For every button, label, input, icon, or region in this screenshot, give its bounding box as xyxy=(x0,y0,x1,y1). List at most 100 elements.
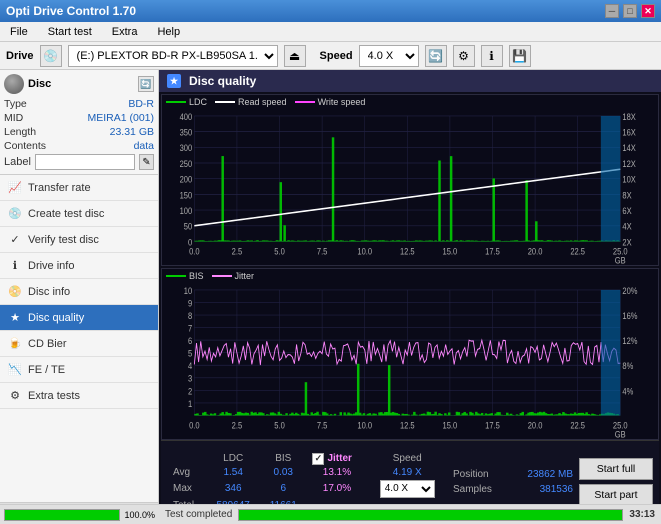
speed-label: Speed xyxy=(320,50,353,62)
stats-avg-label: Avg xyxy=(167,466,206,479)
maximize-button[interactable]: □ xyxy=(623,4,637,18)
menu-file[interactable]: File xyxy=(4,24,34,40)
svg-text:20%: 20% xyxy=(622,285,638,296)
sidebar-label-drive-info: Drive info xyxy=(28,260,74,272)
transfer-rate-icon: 📈 xyxy=(8,181,22,195)
svg-text:14X: 14X xyxy=(622,143,636,154)
status-text: Test completed xyxy=(165,509,232,520)
menu-bar: File Start test Extra Help xyxy=(0,22,661,42)
sidebar-item-fe-te[interactable]: 📉 FE / TE xyxy=(0,357,158,383)
refresh-button[interactable]: 🔄 xyxy=(425,45,447,67)
svg-text:0.0: 0.0 xyxy=(189,420,200,431)
disc-mid-value: MEIRA1 (001) xyxy=(87,112,154,124)
svg-text:400: 400 xyxy=(180,111,193,122)
svg-text:10.0: 10.0 xyxy=(357,246,372,257)
svg-text:GB: GB xyxy=(615,255,626,265)
svg-text:100: 100 xyxy=(180,205,193,216)
svg-text:4X: 4X xyxy=(622,221,632,232)
svg-text:7: 7 xyxy=(188,323,192,334)
window-controls: ─ □ ✕ xyxy=(605,4,655,18)
action-buttons: Start full Start part xyxy=(579,458,653,506)
settings-button[interactable]: ⚙ xyxy=(453,45,475,67)
sidebar-progress-outer xyxy=(4,509,120,521)
position-value: 23862 MB xyxy=(527,469,573,480)
eject-button[interactable]: ⏏ xyxy=(284,45,306,67)
stats-speed-dropdown-cell: 4.0 X Max xyxy=(367,479,447,499)
sidebar-item-drive-info[interactable]: ℹ Drive info xyxy=(0,253,158,279)
svg-text:200: 200 xyxy=(180,174,193,185)
svg-text:7.5: 7.5 xyxy=(317,246,328,257)
svg-text:2.5: 2.5 xyxy=(232,246,243,257)
disc-refresh[interactable]: 🔄 xyxy=(138,76,154,92)
content-title: Disc quality xyxy=(189,74,256,88)
write-speed-legend-color xyxy=(295,101,315,103)
stats-max-ldc: 346 xyxy=(206,479,260,499)
minimize-button[interactable]: ─ xyxy=(605,4,619,18)
svg-text:5.0: 5.0 xyxy=(274,420,285,431)
svg-text:10: 10 xyxy=(184,285,193,296)
speed-select[interactable]: 4.0 X Max 8.0 X xyxy=(359,45,419,67)
jitter-legend-label: Jitter xyxy=(235,271,255,281)
stats-avg-jitter: 13.1% xyxy=(306,466,367,479)
ldc-legend-label: LDC xyxy=(189,97,207,107)
stats-header-jitter-check[interactable]: ✓ Jitter xyxy=(306,452,367,466)
svg-text:350: 350 xyxy=(180,127,193,138)
sidebar-label-disc-quality: Disc quality xyxy=(28,312,84,324)
stats-max-jitter: 17.0% xyxy=(306,479,367,499)
sidebar-label-transfer-rate: Transfer rate xyxy=(28,182,91,194)
sidebar-item-disc-quality[interactable]: ★ Disc quality xyxy=(0,305,158,331)
progress-bar-outer xyxy=(238,509,623,521)
nav-items: 📈 Transfer rate 💿 Create test disc ✓ Ver… xyxy=(0,175,158,502)
disc-icon xyxy=(4,74,24,94)
menu-extra[interactable]: Extra xyxy=(106,24,144,40)
svg-text:2.5: 2.5 xyxy=(232,420,243,431)
sidebar-item-create-test-disc[interactable]: 💿 Create test disc xyxy=(0,201,158,227)
save-button[interactable]: 💾 xyxy=(509,45,531,67)
svg-text:6X: 6X xyxy=(622,205,632,216)
disc-label-input[interactable] xyxy=(35,154,135,170)
sidebar-label-extra-tests: Extra tests xyxy=(28,390,80,402)
drive-info-icon: ℹ xyxy=(8,259,22,273)
svg-text:12.5: 12.5 xyxy=(400,246,415,257)
info-button[interactable]: ℹ xyxy=(481,45,503,67)
menu-start-test[interactable]: Start test xyxy=(42,24,98,40)
sidebar-item-disc-info[interactable]: 📀 Disc info xyxy=(0,279,158,305)
content-header: ★ Disc quality xyxy=(159,70,661,92)
title-bar: Opti Drive Control 1.70 ─ □ ✕ xyxy=(0,0,661,22)
sidebar-item-cd-bier[interactable]: 🍺 CD Bier xyxy=(0,331,158,357)
svg-text:150: 150 xyxy=(180,190,193,201)
svg-text:8: 8 xyxy=(188,310,192,321)
ldc-chart: LDC Read speed Write speed 4003503002502… xyxy=(161,94,659,266)
svg-text:2: 2 xyxy=(188,386,192,397)
sidebar-item-transfer-rate[interactable]: 📈 Transfer rate xyxy=(0,175,158,201)
progress-bar-inner xyxy=(239,510,622,520)
svg-text:15.0: 15.0 xyxy=(443,246,458,257)
menu-help[interactable]: Help xyxy=(151,24,186,40)
sidebar-item-extra-tests[interactable]: ⚙ Extra tests xyxy=(0,383,158,409)
jitter-checkbox[interactable]: ✓ xyxy=(312,453,324,465)
stats-speed-dropdown[interactable]: 4.0 X Max xyxy=(380,480,435,498)
app-title: Opti Drive Control 1.70 xyxy=(6,4,136,18)
drive-select[interactable]: (E:) PLEXTOR BD-R PX-LB950SA 1.06 xyxy=(68,45,278,67)
disc-label-edit-btn[interactable]: ✎ xyxy=(139,154,154,170)
svg-text:6: 6 xyxy=(188,335,192,346)
start-full-button[interactable]: Start full xyxy=(579,458,653,480)
sidebar-item-verify-test-disc[interactable]: ✓ Verify test disc xyxy=(0,227,158,253)
sidebar-label-create-test-disc: Create test disc xyxy=(28,208,104,220)
sidebar: Disc 🔄 Type BD-R MID MEIRA1 (001) Length… xyxy=(0,70,159,524)
samples-value: 381536 xyxy=(540,484,573,495)
svg-text:7.5: 7.5 xyxy=(317,420,328,431)
content-icon: ★ xyxy=(167,74,181,88)
close-button[interactable]: ✕ xyxy=(641,4,655,18)
ldc-chart-legend: LDC Read speed Write speed xyxy=(166,97,365,107)
svg-text:16%: 16% xyxy=(622,310,638,321)
svg-text:17.5: 17.5 xyxy=(485,246,500,257)
start-part-button[interactable]: Start part xyxy=(579,484,653,506)
bis-legend-color xyxy=(166,275,186,277)
disc-section-title: Disc xyxy=(28,78,51,90)
disc-mid-label: MID xyxy=(4,112,23,124)
svg-text:22.5: 22.5 xyxy=(570,420,585,431)
extra-tests-icon: ⚙ xyxy=(8,389,22,403)
disc-info-icon: 📀 xyxy=(8,285,22,299)
svg-text:12.5: 12.5 xyxy=(400,420,415,431)
